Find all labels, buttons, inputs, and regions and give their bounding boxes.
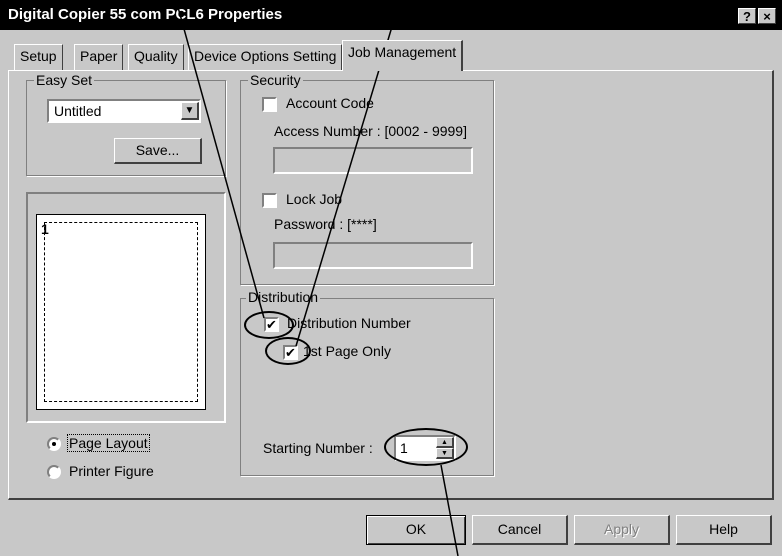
callout-lines [175, 0, 459, 556]
callout-line-distribution-number [175, 0, 265, 319]
properties-dialog: Digital Copier 55 com PCL6 Properties ? … [0, 0, 782, 556]
callout-line-starting-number [440, 464, 459, 556]
tab-job-management[interactable]: Job Management [342, 40, 464, 71]
tab-job-management-label: Job Management [348, 44, 457, 60]
